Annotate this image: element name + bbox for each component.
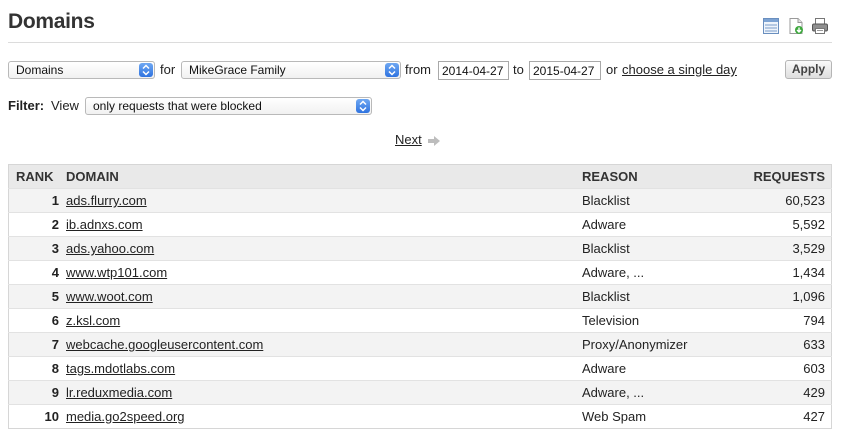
domain-cell: tags.mdotlabs.com: [66, 356, 582, 381]
page-title: Domains: [8, 10, 95, 33]
domain-link[interactable]: media.go2speed.org: [66, 409, 185, 424]
table-row: 8 tags.mdotlabs.com Adware 603: [8, 356, 832, 381]
rank-cell: 8: [8, 356, 66, 381]
table-row: 9 lr.reduxmedia.com Adware, ... 429: [8, 380, 832, 405]
reason-cell: Proxy/Anonymizer: [582, 332, 742, 357]
domain-link[interactable]: z.ksl.com: [66, 313, 120, 328]
rank-cell: 4: [8, 260, 66, 285]
domain-cell: media.go2speed.org: [66, 404, 582, 429]
rank-cell: 5: [8, 284, 66, 309]
requests-cell: 5,592: [742, 212, 832, 237]
network-select[interactable]: MikeGrace Family: [181, 61, 401, 79]
filter-label: Filter:: [8, 98, 45, 113]
or-label: or: [606, 62, 618, 77]
from-label: from: [405, 62, 431, 77]
view-label: View: [51, 98, 79, 113]
to-label: to: [513, 62, 524, 77]
chevron-updown-icon: [356, 99, 370, 113]
requests-cell: 3,529: [742, 236, 832, 261]
requests-cell: 1,096: [742, 284, 832, 309]
domain-cell: z.ksl.com: [66, 308, 582, 333]
rank-column-header[interactable]: RANK: [8, 164, 66, 189]
export-icon[interactable]: [787, 17, 805, 35]
table-header-row: RANK DOMAIN REASON REQUESTS: [8, 164, 832, 189]
filter-view-select[interactable]: only requests that were blocked: [85, 97, 372, 115]
domain-cell: www.woot.com: [66, 284, 582, 309]
next-page-link[interactable]: Next: [395, 132, 422, 147]
table-row: 6 z.ksl.com Television 794: [8, 308, 832, 333]
requests-cell: 633: [742, 332, 832, 357]
rank-cell: 3: [8, 236, 66, 261]
reason-column-header[interactable]: REASON: [582, 164, 742, 189]
reason-cell: Adware: [582, 212, 742, 237]
print-icon[interactable]: [811, 17, 829, 35]
filter-view-value: only requests that were blocked: [93, 99, 262, 113]
choose-single-day-link[interactable]: choose a single day: [622, 62, 737, 78]
to-date-input[interactable]: [529, 61, 601, 80]
requests-cell: 427: [742, 404, 832, 429]
reason-cell: Web Spam: [582, 404, 742, 429]
reason-cell: Adware: [582, 356, 742, 381]
table-row: 5 www.woot.com Blacklist 1,096: [8, 284, 832, 309]
rank-cell: 6: [8, 308, 66, 333]
domain-link[interactable]: ads.flurry.com: [66, 193, 147, 208]
domain-link[interactable]: tags.mdotlabs.com: [66, 361, 175, 376]
requests-cell: 429: [742, 380, 832, 405]
table-row: 3 ads.yahoo.com Blacklist 3,529: [8, 236, 832, 261]
domain-link[interactable]: lr.reduxmedia.com: [66, 385, 172, 400]
table-row: 4 www.wtp101.com Adware, ... 1,434: [8, 260, 832, 285]
domain-link[interactable]: ads.yahoo.com: [66, 241, 154, 256]
requests-cell: 60,523: [742, 188, 832, 213]
title-divider: [8, 42, 832, 43]
reason-cell: Adware, ...: [582, 380, 742, 405]
domain-column-header[interactable]: DOMAIN: [66, 164, 582, 189]
domain-cell: webcache.googleusercontent.com: [66, 332, 582, 357]
chevron-updown-icon: [139, 63, 153, 77]
reason-cell: Adware, ...: [582, 260, 742, 285]
requests-column-header[interactable]: REQUESTS: [742, 164, 832, 189]
domain-link[interactable]: www.wtp101.com: [66, 265, 167, 280]
reason-cell: Television: [582, 308, 742, 333]
arrow-right-icon[interactable]: [427, 134, 441, 152]
domains-table: RANK DOMAIN REASON REQUESTS 1 ads.flurry.…: [8, 164, 832, 429]
table-row: 10 media.go2speed.org Web Spam 427: [8, 404, 832, 429]
domain-cell: ads.yahoo.com: [66, 236, 582, 261]
rank-cell: 9: [8, 380, 66, 405]
requests-cell: 1,434: [742, 260, 832, 285]
from-date-input[interactable]: [438, 61, 509, 80]
chevron-updown-icon: [385, 63, 399, 77]
apply-button[interactable]: Apply: [785, 60, 832, 79]
requests-cell: 603: [742, 356, 832, 381]
network-value: MikeGrace Family: [189, 63, 286, 77]
domain-cell: ib.adnxs.com: [66, 212, 582, 237]
report-type-select[interactable]: Domains: [8, 61, 155, 79]
rank-cell: 2: [8, 212, 66, 237]
domain-link[interactable]: ib.adnxs.com: [66, 217, 143, 232]
requests-cell: 794: [742, 308, 832, 333]
table-row: 2 ib.adnxs.com Adware 5,592: [8, 212, 832, 237]
domain-cell: lr.reduxmedia.com: [66, 380, 582, 405]
reason-cell: Blacklist: [582, 188, 742, 213]
table-view-icon[interactable]: [762, 17, 780, 35]
reason-cell: Blacklist: [582, 236, 742, 261]
report-type-value: Domains: [16, 63, 64, 77]
rank-cell: 10: [8, 404, 66, 429]
domain-link[interactable]: www.woot.com: [66, 289, 153, 304]
domain-cell: ads.flurry.com: [66, 188, 582, 213]
reason-cell: Blacklist: [582, 284, 742, 309]
domain-link[interactable]: webcache.googleusercontent.com: [66, 337, 263, 352]
rank-cell: 1: [8, 188, 66, 213]
table-row: 1 ads.flurry.com Blacklist 60,523: [8, 188, 832, 213]
for-label: for: [160, 62, 176, 77]
domain-cell: www.wtp101.com: [66, 260, 582, 285]
table-row: 7 webcache.googleusercontent.com Proxy/Ano…: [8, 332, 832, 357]
rank-cell: 7: [8, 332, 66, 357]
